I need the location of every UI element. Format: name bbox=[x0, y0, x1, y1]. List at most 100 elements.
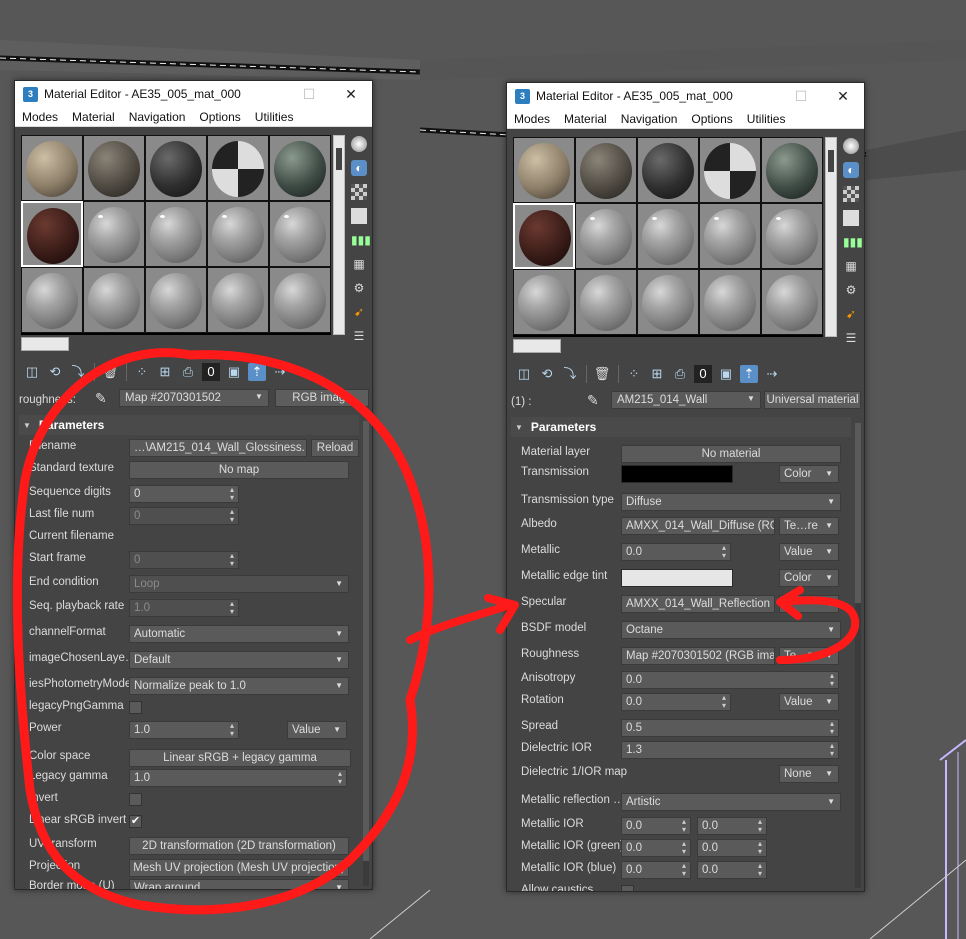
edge-tint-mode-dropdown[interactable]: Color ▼ bbox=[779, 569, 839, 587]
material-type-button[interactable]: Universal material bbox=[764, 391, 861, 409]
sample-slot[interactable] bbox=[575, 269, 637, 335]
sample-slot[interactable] bbox=[761, 137, 823, 203]
sample-type-icon[interactable] bbox=[843, 138, 859, 154]
end-condition-dropdown[interactable]: Loop ▼ bbox=[129, 575, 349, 593]
video-color-check-icon[interactable]: ▮▮▮ bbox=[843, 234, 863, 250]
color-space-button[interactable]: Linear sRGB + legacy gamma bbox=[129, 749, 351, 767]
rotation-mode-dropdown[interactable]: Value ▼ bbox=[779, 693, 839, 711]
parameters-scrollbar[interactable] bbox=[363, 421, 369, 886]
filename-field[interactable]: …\AM215_014_Wall_Glossiness.… bbox=[129, 439, 307, 457]
go-to-parent-icon[interactable]: ⇡ bbox=[740, 365, 758, 383]
menu-options[interactable]: Options bbox=[192, 110, 247, 124]
go-to-parent-icon[interactable]: ⇡ bbox=[248, 363, 266, 381]
material-id-icon[interactable]: ⎙ bbox=[671, 365, 689, 383]
albedo-map-button[interactable]: AMXX_014_Wall_Diffuse (RGB im bbox=[621, 517, 775, 535]
show-end-result-icon[interactable]: ▣ bbox=[225, 363, 243, 381]
sample-slot[interactable] bbox=[269, 201, 331, 267]
sequence-digits-spinner[interactable]: 0 ▴ ▾ bbox=[129, 485, 239, 503]
material-map-navigator-icon[interactable]: ☰ bbox=[843, 330, 859, 346]
sample-type-icon[interactable] bbox=[351, 136, 367, 152]
reset-map-icon[interactable]: 🗑 bbox=[593, 365, 611, 383]
get-material-icon[interactable]: ◫ bbox=[515, 365, 533, 383]
last-file-num-spinner[interactable]: 0 ▴ ▾ bbox=[129, 507, 239, 525]
make-preview-icon[interactable]: ▦ bbox=[351, 256, 367, 272]
uv-tiling-icon[interactable] bbox=[843, 210, 859, 226]
maximize-icon[interactable]: ☐ bbox=[288, 81, 330, 107]
sample-slot[interactable] bbox=[575, 137, 637, 203]
options-icon[interactable]: ⚙ bbox=[843, 282, 859, 298]
background-icon[interactable] bbox=[843, 186, 859, 202]
sample-slot[interactable] bbox=[637, 137, 699, 203]
menu-material[interactable]: Material bbox=[557, 112, 614, 126]
sample-slot[interactable] bbox=[83, 267, 145, 333]
sample-slot[interactable] bbox=[575, 203, 637, 269]
menu-modes[interactable]: Modes bbox=[15, 110, 65, 124]
sample-slot[interactable] bbox=[83, 201, 145, 267]
close-icon[interactable]: ✕ bbox=[330, 81, 372, 107]
legacy-png-gamma-checkbox[interactable] bbox=[129, 701, 142, 714]
slots-vertical-scrollbar[interactable] bbox=[825, 137, 837, 337]
sample-slot[interactable] bbox=[145, 267, 207, 333]
dielectric-ior-map-dropdown[interactable]: None ▼ bbox=[779, 765, 839, 783]
specular-mode-dropdown[interactable]: ▼ bbox=[779, 595, 839, 613]
material-map-navigator-icon[interactable]: ☰ bbox=[351, 328, 367, 344]
metallic-spinner[interactable]: 0.0 ▴ ▾ bbox=[621, 543, 731, 561]
options-icon[interactable]: ⚙ bbox=[351, 280, 367, 296]
select-by-material-icon[interactable]: ➹ bbox=[351, 304, 367, 320]
transmission-mode-dropdown[interactable]: Color ▼ bbox=[779, 465, 839, 483]
transmission-color-swatch[interactable] bbox=[621, 465, 733, 483]
menu-material[interactable]: Material bbox=[65, 110, 122, 124]
eyedropper-icon[interactable]: ✎ bbox=[587, 392, 599, 409]
power-spinner[interactable]: 1.0 ▴ ▾ bbox=[129, 721, 239, 739]
parameters-rollout-header[interactable]: ▼ Parameters bbox=[19, 415, 359, 435]
albedo-mode-dropdown[interactable]: Te…re ▼ bbox=[779, 517, 839, 535]
start-frame-spinner[interactable]: 0 ▴ ▾ bbox=[129, 551, 239, 569]
sample-slot[interactable] bbox=[21, 135, 83, 201]
invert-checkbox[interactable] bbox=[129, 793, 142, 806]
material-name-dropdown[interactable]: AM215_014_Wall bbox=[611, 391, 761, 409]
put-to-library-icon[interactable]: ⊞ bbox=[648, 365, 666, 383]
linear-srgb-invert-checkbox[interactable]: ✔ bbox=[129, 815, 142, 828]
sample-slot[interactable] bbox=[269, 135, 331, 201]
eyedropper-icon[interactable]: ✎ bbox=[95, 390, 107, 407]
backlight-icon[interactable]: ◐ bbox=[351, 160, 367, 176]
roughness-mode-dropdown[interactable]: Te…re ▼ bbox=[779, 647, 839, 665]
show-map-icon[interactable]: 0 bbox=[202, 363, 220, 381]
assign-to-selection-icon[interactable]: ⤵ bbox=[69, 363, 87, 381]
sample-slot[interactable] bbox=[699, 203, 761, 269]
material-layer-button[interactable]: No material bbox=[621, 445, 841, 463]
sample-slot[interactable] bbox=[699, 269, 761, 335]
sample-slot[interactable] bbox=[637, 269, 699, 335]
reload-button[interactable]: Reload bbox=[311, 439, 359, 457]
metallic-ior-green-spinner[interactable]: 0.0 ▴ ▾ bbox=[621, 839, 691, 857]
menu-modes[interactable]: Modes bbox=[507, 112, 557, 126]
go-forward-icon[interactable]: ⇢ bbox=[763, 365, 781, 383]
anisotropy-spinner[interactable]: 0.0 ▴ ▾ bbox=[621, 671, 839, 689]
get-material-icon[interactable]: ◫ bbox=[23, 363, 41, 381]
metallic-ior-blue-spinner-2[interactable]: 0.0 ▴ ▾ bbox=[697, 861, 767, 879]
sample-slot-active[interactable] bbox=[513, 203, 575, 269]
close-icon[interactable]: ✕ bbox=[822, 83, 864, 109]
select-by-material-icon[interactable]: ➹ bbox=[843, 306, 859, 322]
specular-map-button[interactable]: AMXX_014_Wall_Reflection (RGB bbox=[621, 595, 775, 613]
menu-navigation[interactable]: Navigation bbox=[122, 110, 193, 124]
reset-map-icon[interactable]: 🗑 bbox=[101, 363, 119, 381]
menu-utilities[interactable]: Utilities bbox=[248, 110, 301, 124]
assign-to-selection-icon[interactable]: ⤵ bbox=[561, 365, 579, 383]
bsdf-model-dropdown[interactable]: Octane ▼ bbox=[621, 621, 841, 639]
sample-slot-active[interactable] bbox=[21, 201, 83, 267]
go-forward-icon[interactable]: ⇢ bbox=[271, 363, 289, 381]
make-unique-icon[interactable]: ⁘ bbox=[133, 363, 151, 381]
parameters-rollout-header[interactable]: ▼ Parameters bbox=[511, 417, 851, 437]
ies-photometry-mode-dropdown[interactable]: Normalize peak to 1.0 ▼ bbox=[129, 677, 349, 695]
slots-horizontal-scrollbar[interactable] bbox=[513, 339, 561, 353]
sample-slot[interactable] bbox=[145, 201, 207, 267]
menu-utilities[interactable]: Utilities bbox=[740, 112, 793, 126]
image-chosen-layer-dropdown[interactable]: Default ▼ bbox=[129, 651, 349, 669]
make-unique-icon[interactable]: ⁘ bbox=[625, 365, 643, 383]
metallic-ior-spinner[interactable]: 0.0 ▴ ▾ bbox=[621, 817, 691, 835]
sample-slot[interactable] bbox=[207, 135, 269, 201]
background-icon[interactable] bbox=[351, 184, 367, 200]
sample-slot[interactable] bbox=[761, 203, 823, 269]
put-to-library-icon[interactable]: ⊞ bbox=[156, 363, 174, 381]
